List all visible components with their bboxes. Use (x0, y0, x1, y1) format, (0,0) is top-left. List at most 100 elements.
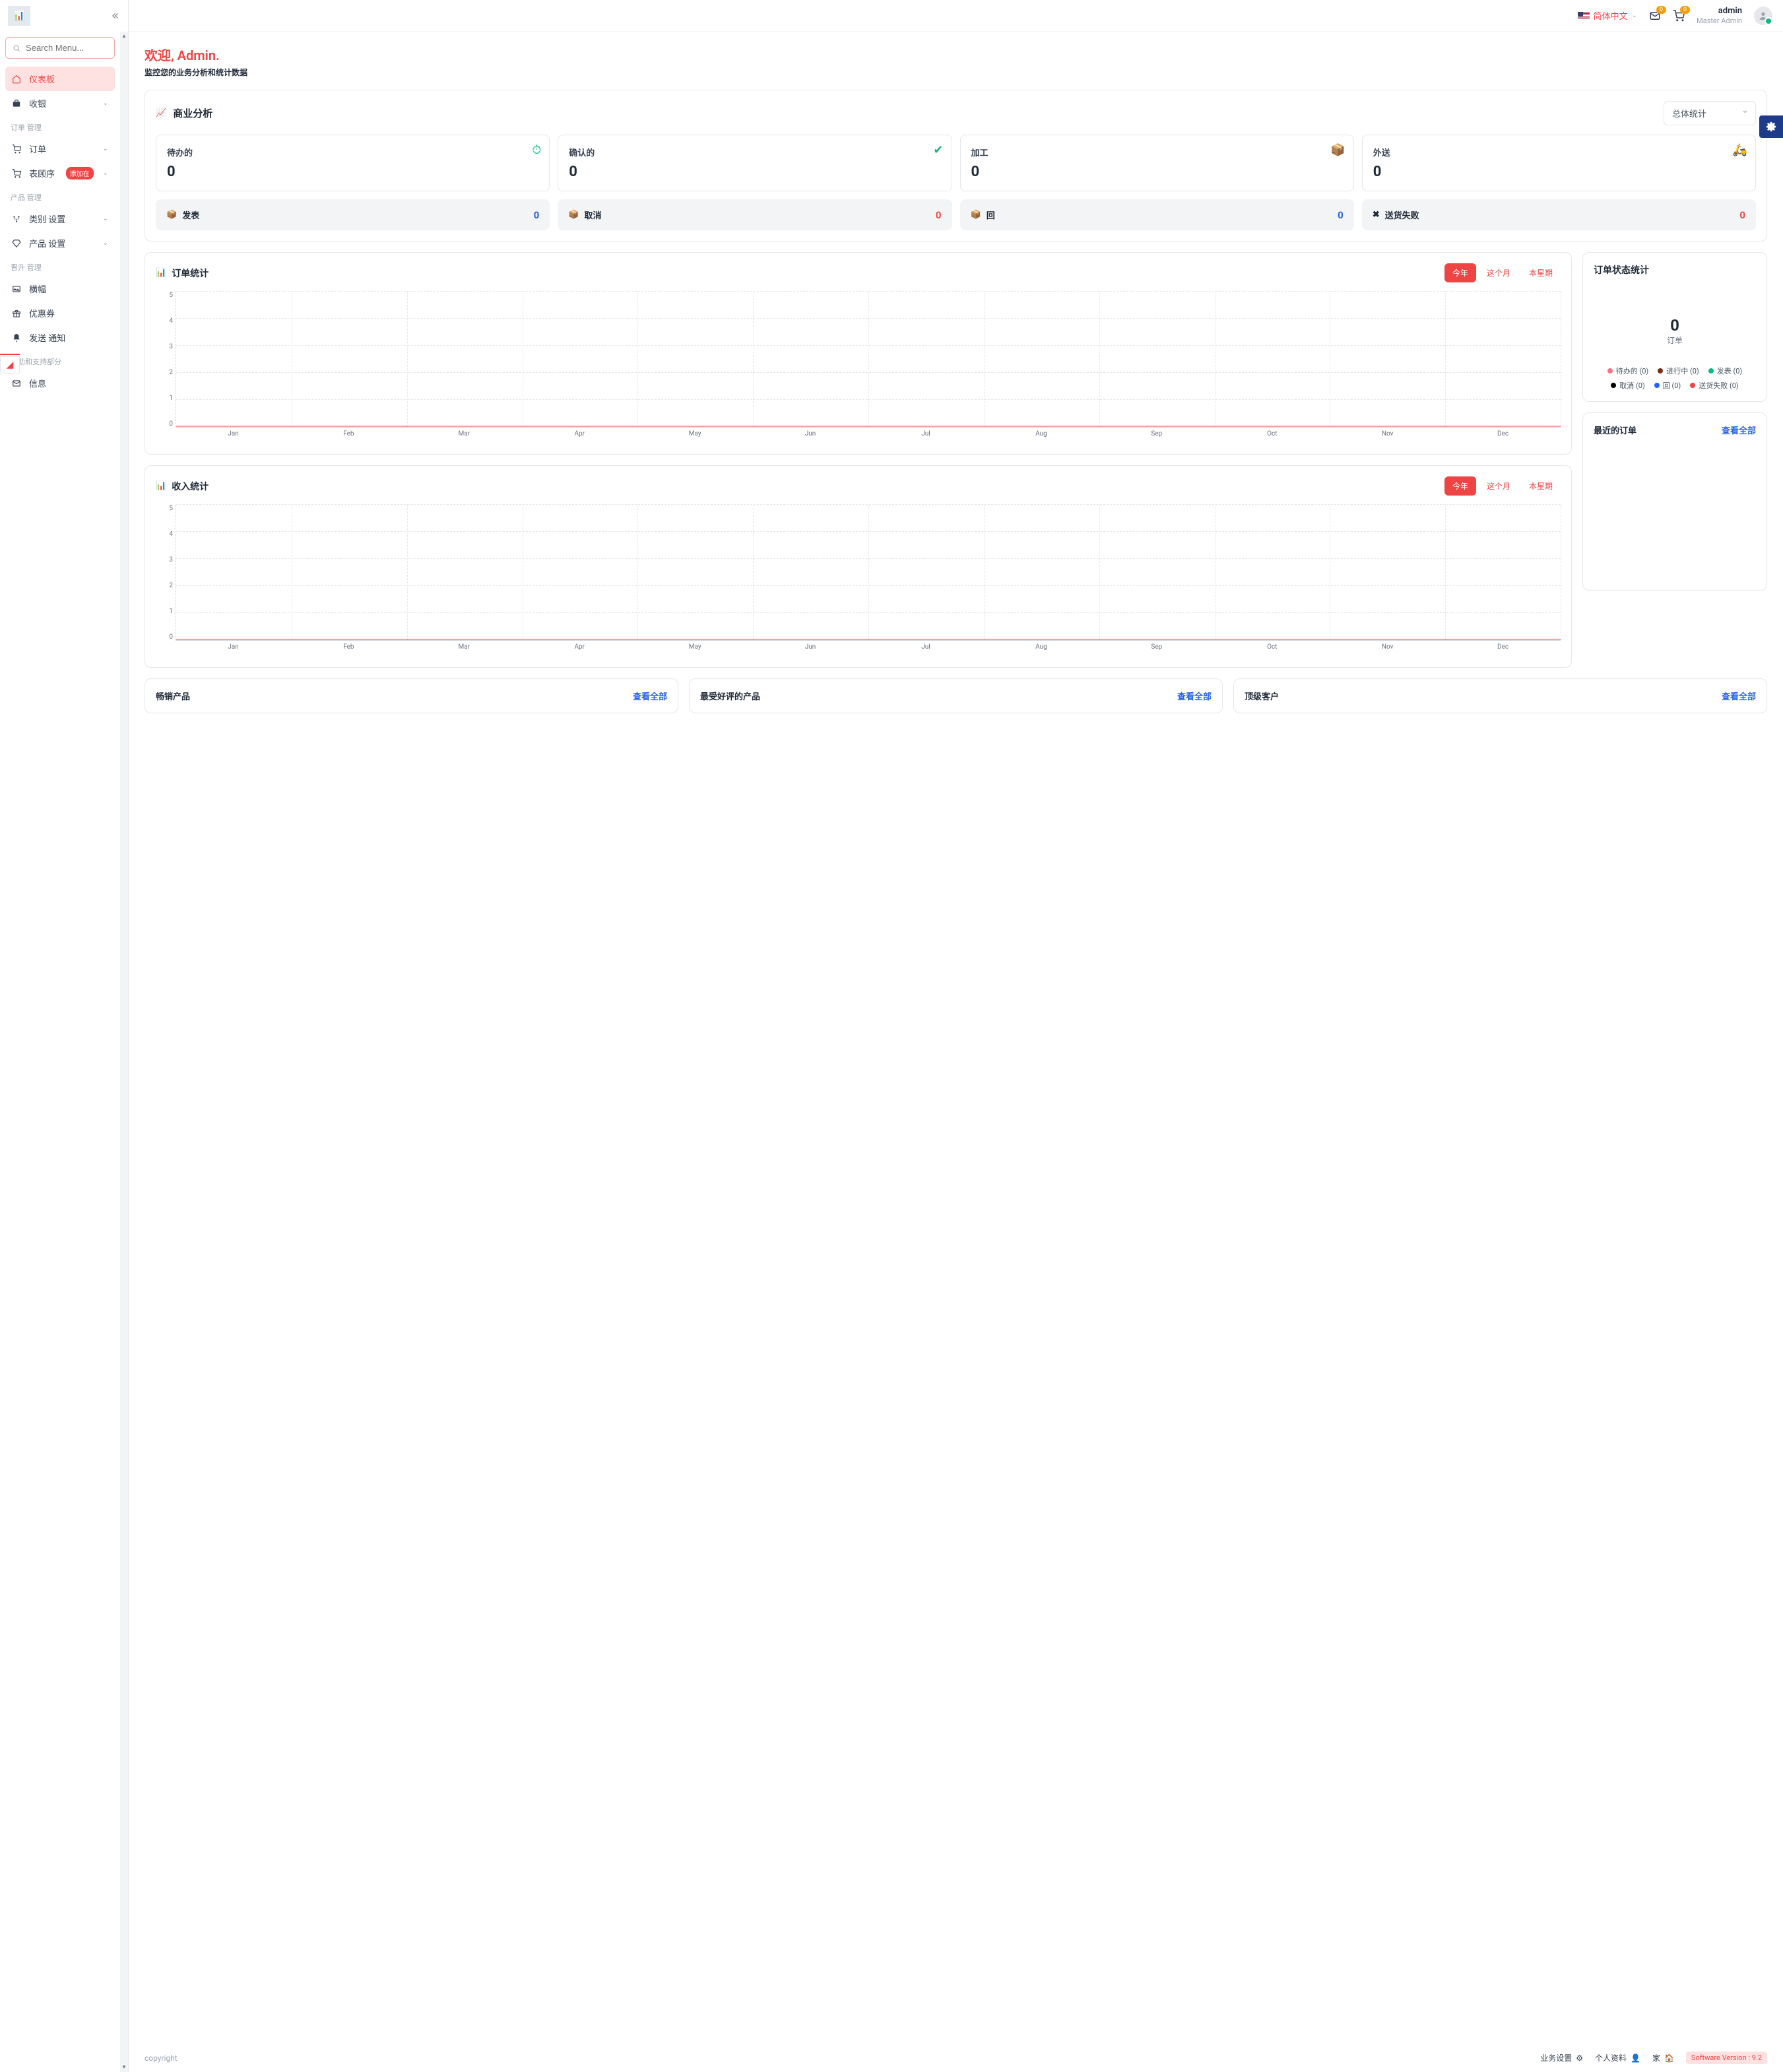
stat-card: 加工0📦 (960, 135, 1354, 191)
stat-pill: 📦回0 (960, 199, 1354, 230)
chart-plot (176, 505, 1561, 641)
legend-item: 待办的 (0) (1607, 366, 1649, 376)
sidebar-item[interactable]: 信息 (5, 371, 115, 395)
nav-label: 信息 (29, 377, 46, 389)
stat-card: 外送0🛵 (1362, 135, 1756, 191)
recent-orders-view-all[interactable]: 查看全部 (1722, 424, 1756, 436)
stat-pill: 📦取消0 (558, 199, 952, 230)
nav-label: 仪表板 (29, 73, 55, 85)
view-all-link[interactable]: 查看全部 (633, 690, 667, 702)
scrollbar[interactable]: ▴▾ (120, 32, 128, 2072)
sidebar-collapse-button[interactable] (111, 11, 120, 20)
settings-fab[interactable] (1759, 115, 1783, 138)
nav-group-label: 产品 管理 (5, 185, 115, 207)
sidebar-item[interactable]: 优惠券 (5, 301, 115, 325)
flag-icon (1578, 12, 1590, 20)
footer-link[interactable]: 业务设置⚙ (1540, 2052, 1583, 2063)
chevron-down-icon: ⌄ (103, 170, 108, 177)
summary-card: 顶级客户查看全部 (1233, 678, 1767, 713)
nav-label: 订单 (29, 143, 46, 155)
sidebar-item[interactable]: 类别 设置 ⌄ (5, 207, 115, 231)
stat-card: 确认的0✔ (558, 135, 952, 191)
page-subtitle: 监控您的业务分析和统计数据 (145, 67, 1767, 78)
chart-segment[interactable]: 今年 (1444, 263, 1476, 282)
stat-icon: ✖ (1373, 210, 1380, 220)
mail-icon (12, 379, 22, 388)
analytics-range-select[interactable]: 总体统计 (1664, 101, 1756, 125)
chart-segment[interactable]: 本星期 (1521, 476, 1561, 496)
status-label: 订单 (1594, 335, 1756, 346)
analytics-icon: 📈 (156, 108, 166, 118)
stat-icon: ⏱ (532, 143, 541, 157)
logo[interactable]: 📊 (8, 6, 30, 26)
bell-icon (12, 333, 22, 342)
avatar[interactable] (1754, 7, 1772, 25)
messages-button[interactable]: 0 (1649, 10, 1661, 22)
diamond-icon (12, 239, 22, 248)
sidebar-item[interactable]: 订单 ⌄ (5, 137, 115, 161)
chevron-down-icon: ⌄ (103, 145, 108, 152)
chart-segment[interactable]: 今年 (1444, 476, 1476, 496)
nav-label: 横幅 (29, 282, 46, 295)
chart-title: 收入统计 (172, 480, 209, 493)
search-menu[interactable] (5, 37, 115, 59)
version-badge: Software Version : 9.2 (1686, 2052, 1767, 2064)
search-icon (13, 44, 20, 53)
chevron-down-icon: ⌄ (103, 240, 108, 247)
page-title: 欢迎, Admin. (145, 45, 1767, 64)
view-all-link[interactable]: 查看全部 (1177, 690, 1212, 702)
gear-icon (1766, 121, 1776, 132)
person-icon (1758, 11, 1768, 21)
sidebar-item[interactable]: 收银⌄ (5, 91, 115, 115)
legend-item: 进行中 (0) (1658, 366, 1699, 376)
sidebar-item[interactable]: 横幅 (5, 276, 115, 301)
gift-icon (12, 309, 22, 318)
nav-label: 产品 设置 (29, 237, 65, 249)
footer-link[interactable]: 家🏠 (1652, 2052, 1674, 2063)
stat-icon: 📦 (1330, 143, 1345, 157)
chart-segment[interactable]: 这个月 (1479, 476, 1518, 496)
nav-group-label: 晋升 管理 (5, 255, 115, 276)
sidebar-item[interactable]: 发送 通知 (5, 325, 115, 350)
sidebar-item[interactable]: 产品 设置 ⌄ (5, 231, 115, 255)
chart-segment[interactable]: 这个月 (1479, 263, 1518, 282)
cart-button[interactable]: 0 (1673, 10, 1685, 22)
stat-card: 待办的0⏱ (156, 135, 550, 191)
footer-icon: 👤 (1631, 2054, 1640, 2063)
language-label: 简体中文 (1594, 9, 1628, 22)
footer-link[interactable]: 个人资料👤 (1595, 2052, 1640, 2063)
nav-label: 表顾序 (29, 167, 55, 179)
legend-item: 取消 (0) (1611, 380, 1645, 391)
image-icon (12, 284, 22, 294)
language-selector[interactable]: 简体中文 ⌄ (1578, 9, 1637, 22)
nav-badge: 添加在 (66, 167, 94, 179)
search-input[interactable] (26, 43, 108, 53)
chart-icon: 📊 (156, 481, 166, 491)
sidebar-item[interactable]: 仪表板 (5, 67, 115, 91)
cart-badge: 0 (1680, 6, 1690, 14)
stat-icon: 📦 (166, 210, 177, 220)
chart-segment[interactable]: 本星期 (1521, 263, 1561, 282)
stat-icon: 📦 (971, 210, 981, 220)
briefcase-icon (12, 99, 22, 108)
sidebar-item[interactable]: 表顾序添加在 ⌄ (5, 161, 115, 185)
laravel-badge[interactable]: ◢ (0, 356, 20, 373)
nav-label: 类别 设置 (29, 212, 65, 225)
user-menu[interactable]: admin Master Admin (1697, 6, 1742, 25)
status-title: 订单状态统计 (1594, 263, 1756, 276)
user-name: admin (1697, 6, 1742, 16)
nav-group-label: 帮助和支持部分 (5, 350, 115, 371)
chart-icon: 📊 (156, 268, 166, 278)
view-all-link[interactable]: 查看全部 (1722, 690, 1756, 702)
nav-label: 优惠券 (29, 307, 55, 319)
footer-icon: ⚙ (1576, 2054, 1583, 2063)
legend-item: 送货失败 (0) (1690, 380, 1739, 391)
chevron-down-icon: ⌄ (103, 215, 108, 222)
summary-card: 畅销产品查看全部 (145, 678, 678, 713)
stat-icon: ✔ (933, 143, 943, 157)
chevron-down-icon: ⌄ (1632, 12, 1637, 19)
stat-pill: ✖送货失败0 (1362, 199, 1756, 230)
messages-badge: 0 (1656, 6, 1666, 14)
cart-icon (12, 145, 22, 154)
analytics-title: 商业分析 (173, 106, 212, 120)
